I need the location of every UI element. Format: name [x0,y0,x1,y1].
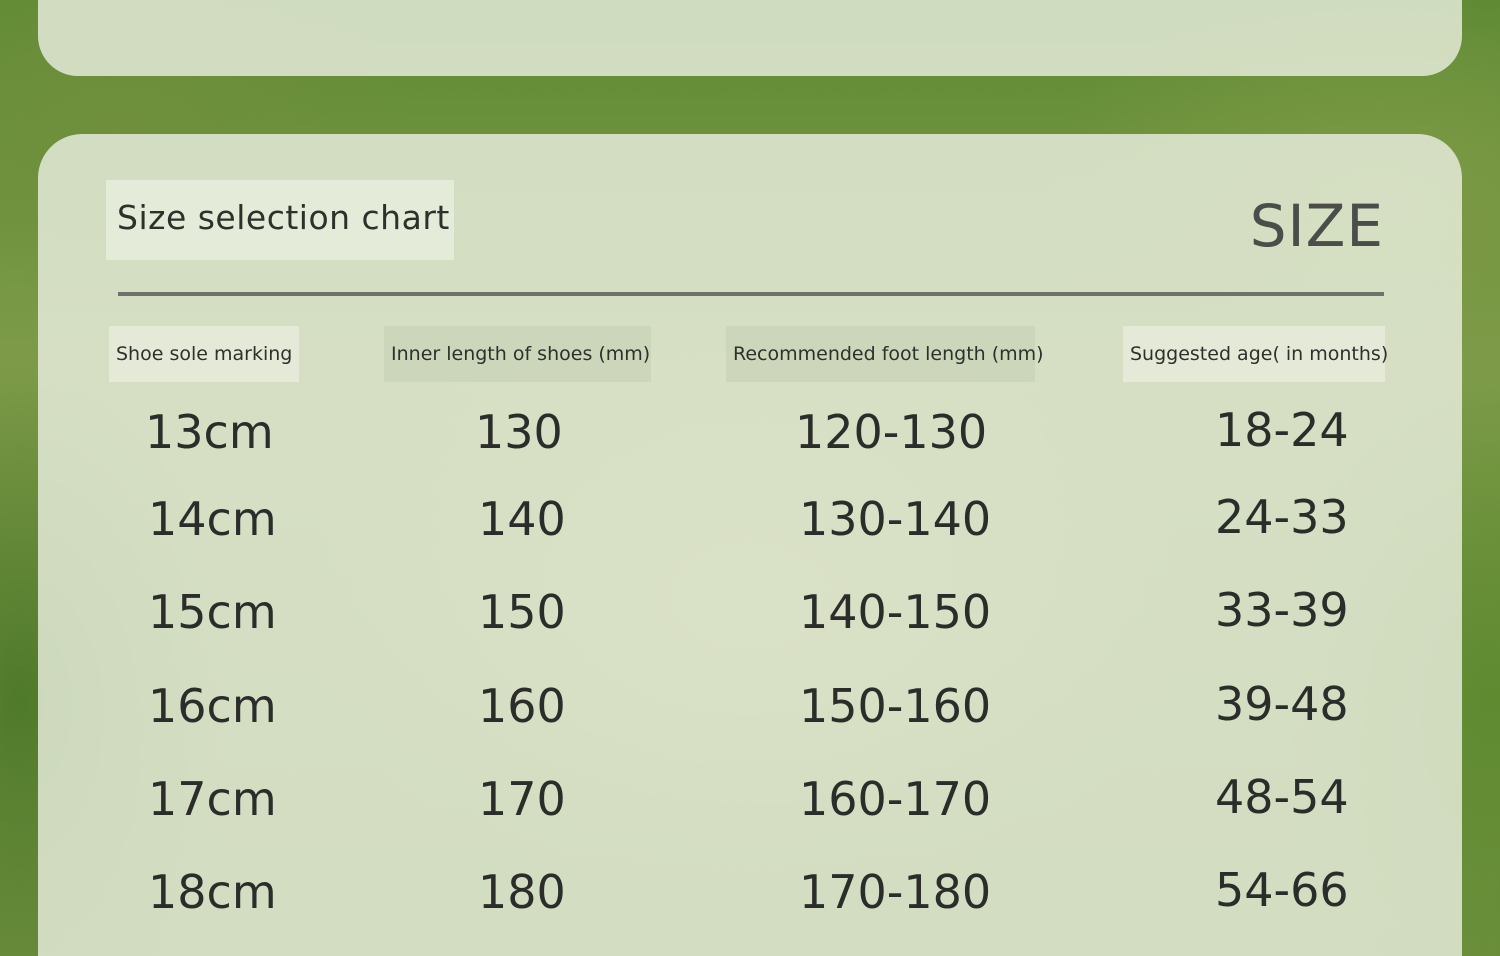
cell-inner-length: 150 [478,585,566,639]
column-header-inner-length: Inner length of shoes (mm) [384,326,651,382]
cell-inner-length: 130 [475,405,563,459]
cell-suggested-age: 39-48 [1215,677,1349,731]
size-heading: SIZE [1249,192,1384,260]
cell-suggested-age: 24-33 [1215,490,1349,544]
chart-title: Size selection chart [117,198,450,237]
cell-foot-length: 120-130 [795,405,988,459]
column-header-sole-marking: Shoe sole marking [109,326,299,382]
cell-inner-length: 180 [478,865,566,919]
cell-inner-length: 160 [478,679,566,733]
header-divider [118,292,1384,296]
cell-suggested-age: 54-66 [1215,863,1349,917]
cell-foot-length: 140-150 [799,585,992,639]
cell-foot-length: 170-180 [799,865,992,919]
cell-sole-marking: 15cm [148,585,277,639]
cell-sole-marking: 17cm [148,772,277,826]
column-header-suggested-age: Suggested age( in months) [1123,326,1388,382]
cell-sole-marking: 16cm [148,679,277,733]
cell-foot-length: 130-140 [799,492,992,546]
cell-inner-length: 140 [478,492,566,546]
cell-inner-length: 170 [478,772,566,826]
cell-suggested-age: 18-24 [1215,403,1349,457]
cell-foot-length: 150-160 [799,679,992,733]
cell-suggested-age: 33-39 [1215,583,1349,637]
cell-foot-length: 160-170 [799,772,992,826]
column-header-foot-length: Recommended foot length (mm) [726,326,1044,382]
cell-sole-marking: 13cm [145,405,274,459]
cell-sole-marking: 18cm [148,865,277,919]
cell-suggested-age: 48-54 [1215,770,1349,824]
cell-sole-marking: 14cm [148,492,277,546]
top-card [38,0,1462,76]
